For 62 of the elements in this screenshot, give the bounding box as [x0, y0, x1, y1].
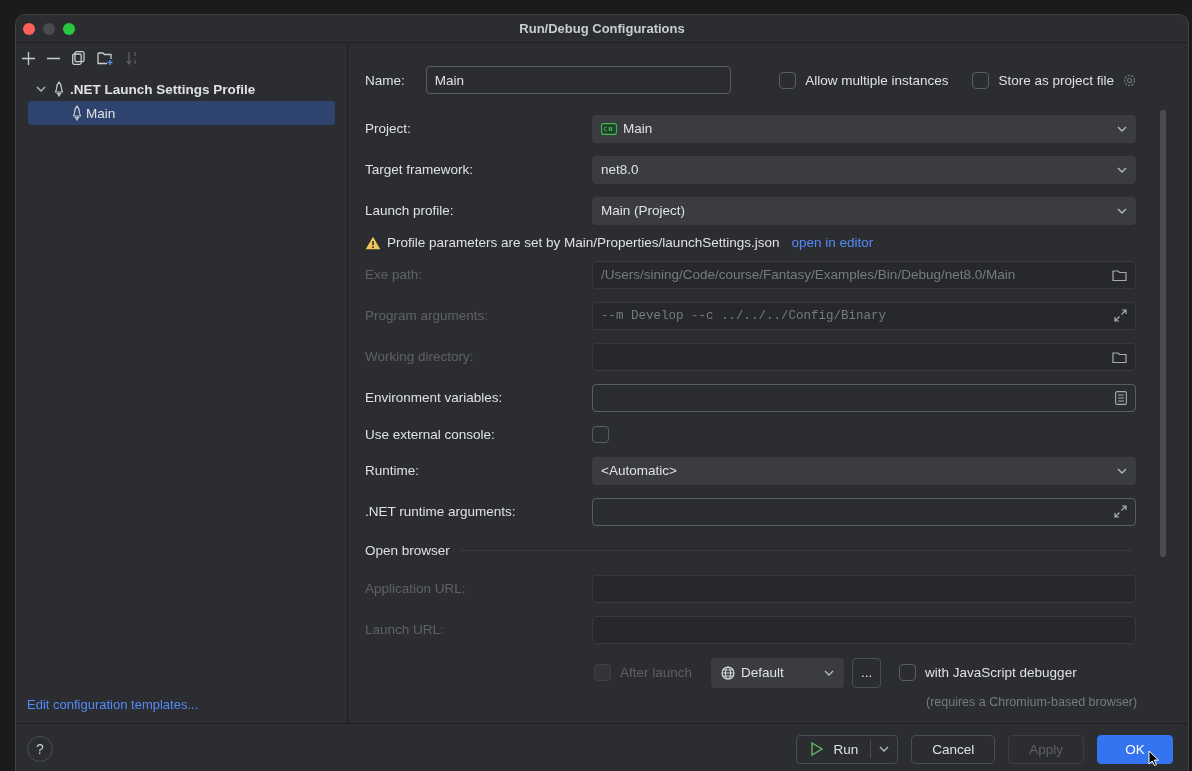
chevron-down-icon [1117, 467, 1127, 474]
rocket-icon [54, 81, 64, 97]
edit-templates-link[interactable]: Edit configuration templates... [27, 697, 199, 712]
rocket-icon [72, 105, 82, 121]
field-label: .NET runtime arguments: [365, 504, 517, 519]
folder-icon [1112, 350, 1127, 363]
field-label: Runtime: [365, 463, 421, 478]
chevron-down-icon [1117, 125, 1127, 132]
close-button[interactable] [23, 22, 35, 35]
tree-item[interactable]: Main [28, 101, 335, 125]
hint-text: (requires a Chromium-based browser) [926, 695, 1138, 709]
sort-icon[interactable] [126, 51, 138, 65]
checkbox[interactable] [972, 71, 990, 89]
arguments-field[interactable] [592, 497, 1136, 526]
tree-item[interactable]: .NET Launch Settings Profile [28, 77, 335, 101]
chevron-down-icon[interactable] [36, 86, 46, 92]
field-label: Launch profile: [365, 203, 455, 218]
window-title: Run/Debug Configurations [519, 21, 685, 36]
chevron-down-icon [1117, 207, 1127, 214]
dropdown[interactable]: <Automatic> [592, 456, 1136, 485]
chevron-down-icon [824, 669, 835, 676]
name-field[interactable]: Main [425, 66, 732, 94]
globe-icon [721, 665, 736, 680]
chevron-down-icon [1117, 166, 1127, 173]
run-button[interactable]: Run [796, 734, 899, 764]
field-label: Use external console: [365, 426, 496, 442]
copy-icon[interactable] [72, 51, 85, 65]
expand-icon [1114, 309, 1127, 322]
notice-text: Profile parameters are set by Main/Properties/launchSettings.json [387, 235, 780, 250]
section-title: Open browser [365, 542, 450, 558]
list-icon [1115, 390, 1127, 405]
dropdown[interactable]: Main (Project) [592, 196, 1136, 225]
environment-field[interactable] [592, 383, 1136, 412]
field-label: Name: [365, 72, 406, 88]
checkbox[interactable] [779, 71, 797, 89]
folder-add-icon[interactable] [97, 51, 114, 65]
browser-dropdown[interactable]: Default [711, 657, 845, 688]
ok-button[interactable]: OK [1097, 734, 1173, 764]
add-icon[interactable] [22, 51, 35, 65]
csharp-file-icon [601, 122, 617, 135]
checkbox-label: Store as project file [998, 72, 1114, 88]
gear-icon [1123, 73, 1136, 87]
checkbox-label: with JavaScript debugger [925, 665, 1077, 680]
field-label: Target framework: [365, 162, 475, 177]
field-label: Project: [365, 121, 412, 136]
more-button[interactable]: ... [852, 657, 882, 688]
field-label: Environment variables: [365, 390, 504, 405]
warning-icon [365, 235, 381, 250]
minimize-button[interactable] [43, 22, 55, 35]
open-in-editor-link[interactable]: open in editor [791, 235, 874, 250]
checkbox[interactable] [592, 425, 609, 443]
checkbox-label: Allow multiple instances [805, 72, 949, 88]
dialog-button[interactable]: Cancel [911, 734, 996, 764]
zoom-button[interactable] [63, 22, 75, 35]
expand-icon [1114, 505, 1127, 518]
dropdown[interactable]: net8.0 [592, 155, 1136, 184]
cursor-icon [1148, 749, 1159, 766]
folder-icon [1112, 268, 1127, 281]
project-dropdown[interactable]: Main [592, 114, 1136, 143]
checkbox[interactable] [899, 664, 917, 681]
play-icon [811, 742, 824, 756]
chevron-down-icon [879, 746, 890, 752]
